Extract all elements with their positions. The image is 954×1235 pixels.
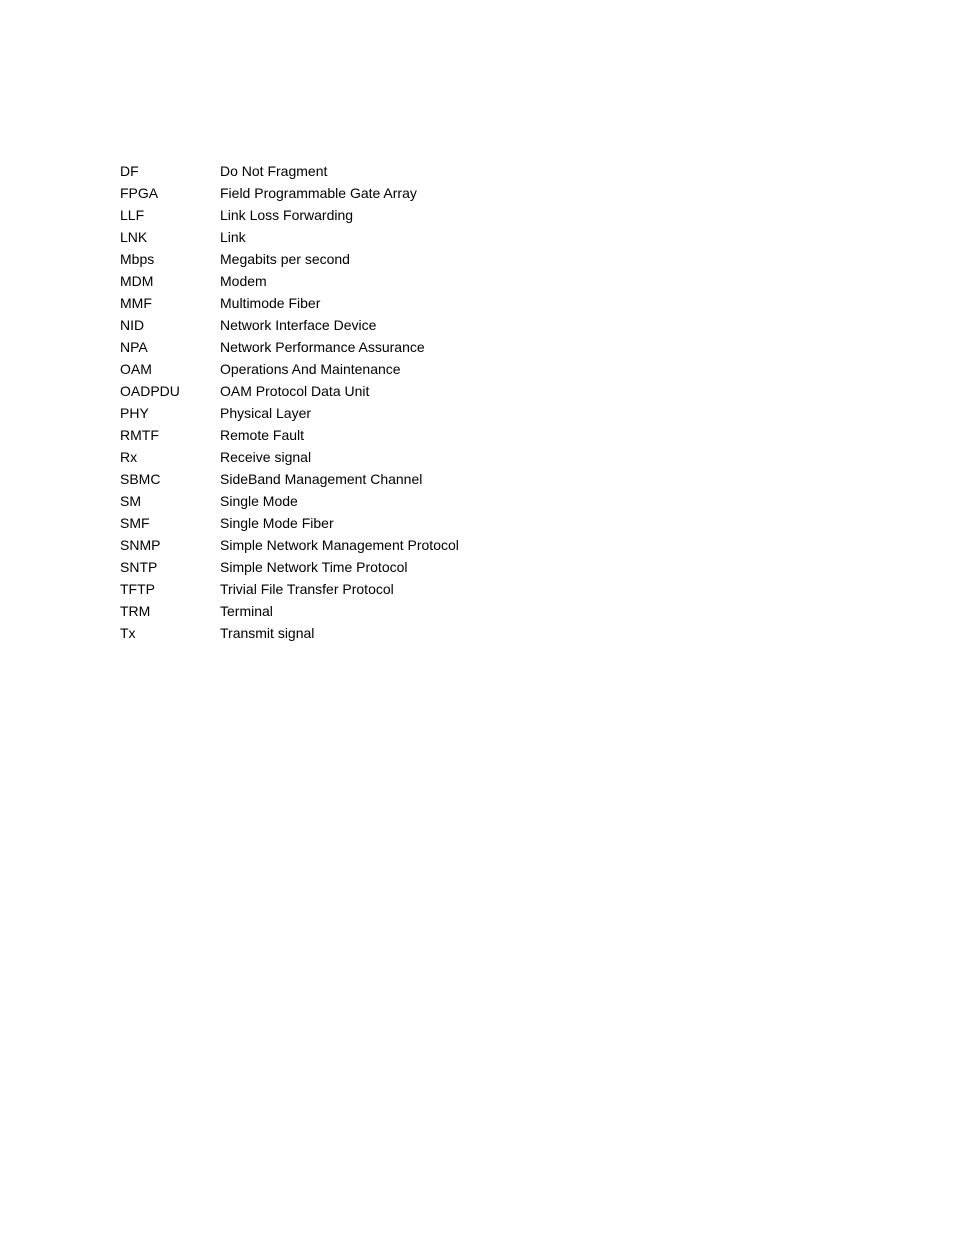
table-row: RxReceive signal bbox=[120, 446, 459, 468]
abbreviation-definition: Operations And Maintenance bbox=[220, 358, 459, 380]
table-row: MMFMultimode Fiber bbox=[120, 292, 459, 314]
abbreviation-definition: SideBand Management Channel bbox=[220, 468, 459, 490]
abbreviation-code: FPGA bbox=[120, 182, 220, 204]
abbreviation-definition: Simple Network Time Protocol bbox=[220, 556, 459, 578]
abbreviation-code: SNTP bbox=[120, 556, 220, 578]
page-content: DFDo Not FragmentFPGAField Programmable … bbox=[0, 0, 954, 644]
abbreviation-code: NPA bbox=[120, 336, 220, 358]
table-row: PHYPhysical Layer bbox=[120, 402, 459, 424]
table-row: SNMPSimple Network Management Protocol bbox=[120, 534, 459, 556]
abbreviation-code: TRM bbox=[120, 600, 220, 622]
abbreviation-definition: Single Mode bbox=[220, 490, 459, 512]
abbreviation-definition: OAM Protocol Data Unit bbox=[220, 380, 459, 402]
abbreviation-definition: Simple Network Management Protocol bbox=[220, 534, 459, 556]
abbreviation-code: Mbps bbox=[120, 248, 220, 270]
abbreviation-code: NID bbox=[120, 314, 220, 336]
table-row: SBMCSideBand Management Channel bbox=[120, 468, 459, 490]
abbreviation-definition: Field Programmable Gate Array bbox=[220, 182, 459, 204]
abbreviation-code: SNMP bbox=[120, 534, 220, 556]
abbreviation-code: LLF bbox=[120, 204, 220, 226]
abbreviation-code: Tx bbox=[120, 622, 220, 644]
abbreviation-code: TFTP bbox=[120, 578, 220, 600]
table-row: SMFSingle Mode Fiber bbox=[120, 512, 459, 534]
abbreviation-definition: Single Mode Fiber bbox=[220, 512, 459, 534]
abbreviation-definition: Do Not Fragment bbox=[220, 160, 459, 182]
table-row: TRMTerminal bbox=[120, 600, 459, 622]
abbreviation-definition: Megabits per second bbox=[220, 248, 459, 270]
abbreviation-code: MDM bbox=[120, 270, 220, 292]
abbreviation-definition: Transmit signal bbox=[220, 622, 459, 644]
table-row: LNKLink bbox=[120, 226, 459, 248]
abbreviation-definition: Link bbox=[220, 226, 459, 248]
abbreviation-definition: Terminal bbox=[220, 600, 459, 622]
table-row: MDMModem bbox=[120, 270, 459, 292]
abbreviation-code: LNK bbox=[120, 226, 220, 248]
table-row: TxTransmit signal bbox=[120, 622, 459, 644]
table-row: SNTPSimple Network Time Protocol bbox=[120, 556, 459, 578]
abbreviation-code: MMF bbox=[120, 292, 220, 314]
table-row: SMSingle Mode bbox=[120, 490, 459, 512]
table-row: RMTFRemote Fault bbox=[120, 424, 459, 446]
table-row: TFTPTrivial File Transfer Protocol bbox=[120, 578, 459, 600]
abbreviation-definition: Network Performance Assurance bbox=[220, 336, 459, 358]
abbreviation-definition: Modem bbox=[220, 270, 459, 292]
table-row: LLFLink Loss Forwarding bbox=[120, 204, 459, 226]
abbreviation-definition: Multimode Fiber bbox=[220, 292, 459, 314]
abbreviation-code: DF bbox=[120, 160, 220, 182]
abbreviation-definition: Network Interface Device bbox=[220, 314, 459, 336]
table-row: MbpsMegabits per second bbox=[120, 248, 459, 270]
abbreviation-code: SM bbox=[120, 490, 220, 512]
table-row: FPGAField Programmable Gate Array bbox=[120, 182, 459, 204]
abbreviation-code: OADPDU bbox=[120, 380, 220, 402]
abbreviation-code: RMTF bbox=[120, 424, 220, 446]
table-row: DFDo Not Fragment bbox=[120, 160, 459, 182]
abbreviation-definition: Link Loss Forwarding bbox=[220, 204, 459, 226]
table-row: NPANetwork Performance Assurance bbox=[120, 336, 459, 358]
table-row: OAMOperations And Maintenance bbox=[120, 358, 459, 380]
abbreviation-definition: Physical Layer bbox=[220, 402, 459, 424]
abbreviation-code: PHY bbox=[120, 402, 220, 424]
abbreviation-code: Rx bbox=[120, 446, 220, 468]
abbreviation-definition: Receive signal bbox=[220, 446, 459, 468]
table-row: OADPDUOAM Protocol Data Unit bbox=[120, 380, 459, 402]
abbreviation-definition: Remote Fault bbox=[220, 424, 459, 446]
abbreviation-table: DFDo Not FragmentFPGAField Programmable … bbox=[120, 160, 459, 644]
abbreviation-definition: Trivial File Transfer Protocol bbox=[220, 578, 459, 600]
abbreviation-code: SMF bbox=[120, 512, 220, 534]
table-row: NIDNetwork Interface Device bbox=[120, 314, 459, 336]
abbreviation-code: OAM bbox=[120, 358, 220, 380]
abbreviation-code: SBMC bbox=[120, 468, 220, 490]
